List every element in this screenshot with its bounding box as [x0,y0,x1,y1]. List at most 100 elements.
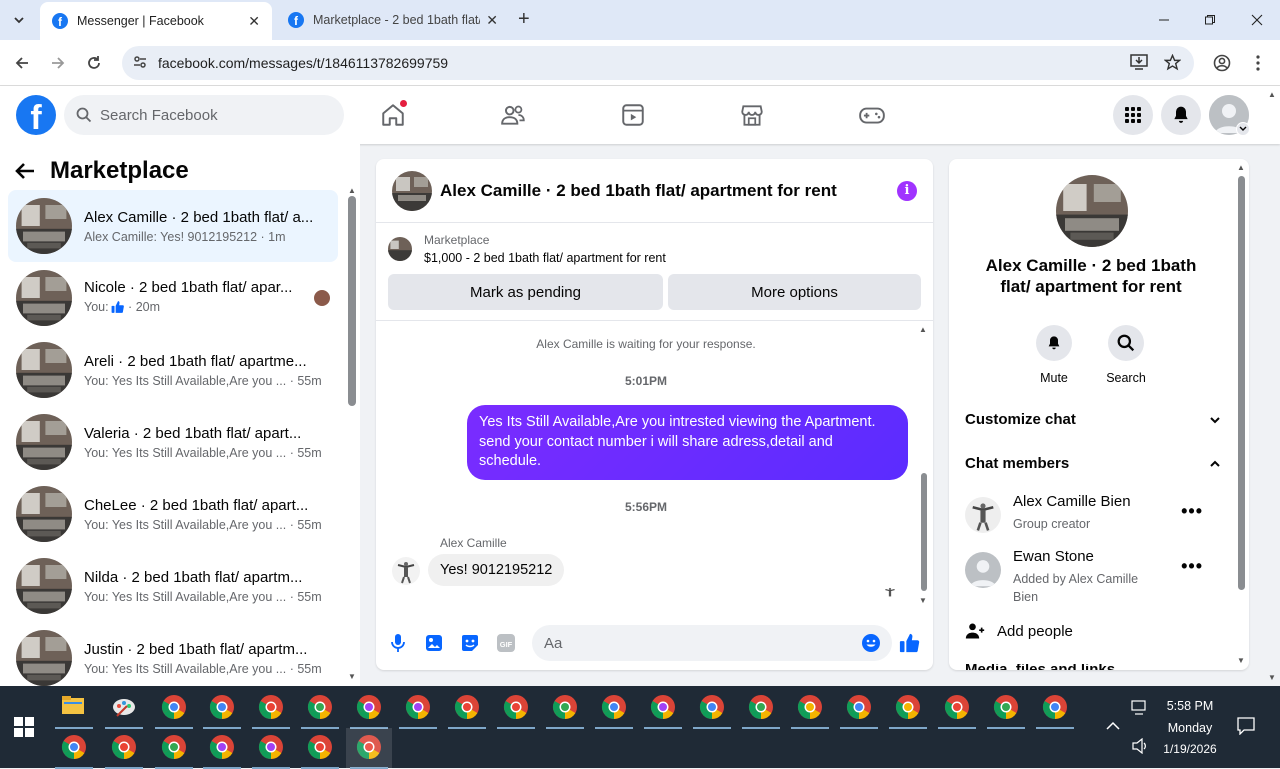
chrome-window-icon[interactable] [307,734,333,760]
conversation-row[interactable]: Nicole · 2 bed 1bath flat/ apar... You: ·… [8,262,338,334]
menu-grid-button[interactable] [1113,95,1153,135]
facebook-search[interactable] [64,95,344,135]
scroll-up-arrow[interactable]: ▲ [919,325,927,334]
member-more-icon[interactable]: ••• [1181,556,1203,577]
chrome-window-icon[interactable] [307,694,333,720]
site-settings-icon[interactable] [132,54,152,73]
notification-center-icon[interactable] [1237,717,1255,738]
details-scrollbar[interactable] [1238,176,1245,590]
paint-app-icon[interactable] [111,694,137,720]
close-window-icon[interactable] [1234,0,1280,40]
gaming-nav-icon[interactable] [857,100,887,130]
outgoing-message[interactable]: Yes Its Still Available,Are you intreste… [467,405,908,480]
chrome-window-icon[interactable] [209,694,235,720]
customize-chat-section[interactable]: Customize chat [965,411,1221,428]
member-row[interactable]: Ewan Stone Added by Alex Camille Bien ••… [965,546,1221,604]
photo-icon[interactable] [422,631,446,655]
volume-icon[interactable] [1131,737,1149,757]
notifications-button[interactable] [1161,95,1201,135]
sender-avatar[interactable] [392,557,420,585]
chrome-window-icon[interactable] [552,694,578,720]
chat-title[interactable]: Alex Camille · 2 bed 1bath flat/ apartme… [440,181,897,201]
account-chevron-icon[interactable] [1236,122,1250,136]
scroll-up-arrow[interactable]: ▲ [348,186,356,195]
profile-icon[interactable] [1210,51,1234,75]
chrome-window-icon[interactable] [748,694,774,720]
conversation-row[interactable]: Justin · 2 bed 1bath flat/ apartm... You:… [8,622,338,694]
file-explorer-icon[interactable] [61,694,87,720]
listing-small-thumbnail[interactable] [388,237,412,261]
sticker-icon[interactable] [458,631,482,655]
member-more-icon[interactable]: ••• [1181,501,1203,522]
video-nav-icon[interactable] [618,100,648,130]
chrome-window-icon[interactable] [993,694,1019,720]
chrome-window-icon[interactable] [111,734,137,760]
message-input[interactable] [544,634,844,652]
left-scrollbar[interactable] [348,196,356,406]
chrome-window-icon[interactable] [161,734,187,760]
new-tab-icon[interactable]: + [518,8,530,31]
close-tab-icon[interactable]: ✕ [486,12,498,29]
chrome-window-icon[interactable] [405,694,431,720]
chrome-window-icon[interactable] [1042,694,1068,720]
chrome-window-icon[interactable] [356,694,382,720]
tab-search-button[interactable] [6,8,32,32]
chrome-window-icon[interactable] [61,734,87,760]
more-options-button[interactable]: More options [668,274,921,310]
conversation-row[interactable]: Alex Camille · 2 bed 1bath flat/ a... Ale… [8,190,338,262]
back-icon[interactable] [10,51,34,75]
tab-messenger[interactable]: f Messenger | Facebook ✕ [40,2,272,40]
tab-marketplace[interactable]: f Marketplace - 2 bed 1bath flat/ ✕ [276,0,510,40]
marketplace-nav-icon[interactable] [737,100,767,130]
network-icon[interactable] [1131,700,1149,719]
add-people-button[interactable]: Add people [965,621,1073,641]
message-input-box[interactable] [532,625,892,661]
chrome-window-icon[interactable] [209,734,235,760]
member-avatar[interactable] [965,552,1001,588]
conversation-row[interactable]: Nilda · 2 bed 1bath flat/ apartm... You: … [8,550,338,622]
chat-members-section[interactable]: Chat members [965,455,1221,472]
install-app-icon[interactable] [1130,54,1148,74]
chrome-window-icon[interactable] [503,694,529,720]
home-nav-icon[interactable] [378,100,408,130]
scroll-down-arrow[interactable]: ▼ [348,672,356,681]
emoji-icon[interactable] [859,631,883,655]
conversation-row[interactable]: Valeria · 2 bed 1bath flat/ apart... You:… [8,406,338,478]
member-avatar[interactable] [965,497,1001,533]
listing-thumbnail[interactable] [392,170,432,211]
conversation-row[interactable]: CheLee · 2 bed 1bath flat/ apart... You: … [8,478,338,550]
chrome-window-icon[interactable] [601,694,627,720]
scroll-down-arrow[interactable]: ▼ [919,596,927,605]
like-thumb-icon[interactable] [898,631,922,655]
facebook-logo-icon[interactable]: f [16,95,56,135]
page-scroll-up-arrow[interactable]: ▲ [1268,90,1276,99]
windows-start-icon[interactable] [14,717,34,737]
clock-day[interactable]: Monday [1158,721,1222,735]
clock-date[interactable]: 1/19/2026 [1158,742,1222,756]
scroll-down-arrow[interactable]: ▼ [1237,656,1245,665]
search-in-chat-button[interactable] [1108,325,1144,361]
chrome-window-icon[interactable] [258,694,284,720]
friends-nav-icon[interactable] [498,100,528,130]
conversation-row[interactable]: Areli · 2 bed 1bath flat/ apartme... You:… [8,334,338,406]
listing-price-title[interactable]: $1,000 - 2 bed 1bath flat/ apartment for… [424,251,666,265]
browser-menu-icon[interactable] [1246,51,1270,75]
restore-icon[interactable] [1187,0,1233,40]
chrome-window-icon[interactable] [944,694,970,720]
chrome-window-icon[interactable] [258,734,284,760]
chrome-window-icon[interactable] [650,694,676,720]
chrome-window-icon[interactable] [699,694,725,720]
member-row[interactable]: Alex Camille Bien Group creator ••• [965,491,1221,539]
minimize-icon[interactable] [1141,0,1187,40]
clock-time[interactable]: 5:58 PM [1158,699,1222,713]
search-input[interactable] [100,106,320,124]
mute-button[interactable] [1036,325,1072,361]
back-arrow-icon[interactable] [14,160,36,182]
page-scroll-down-arrow[interactable]: ▼ [1268,673,1276,682]
bookmark-star-icon[interactable] [1163,53,1182,75]
chrome-window-icon[interactable] [797,694,823,720]
mark-as-pending-button[interactable]: Mark as pending [388,274,663,310]
chrome-window-icon[interactable] [161,694,187,720]
chrome-window-icon[interactable] [454,694,480,720]
media-files-section[interactable]: Media, files and links [965,664,1115,670]
